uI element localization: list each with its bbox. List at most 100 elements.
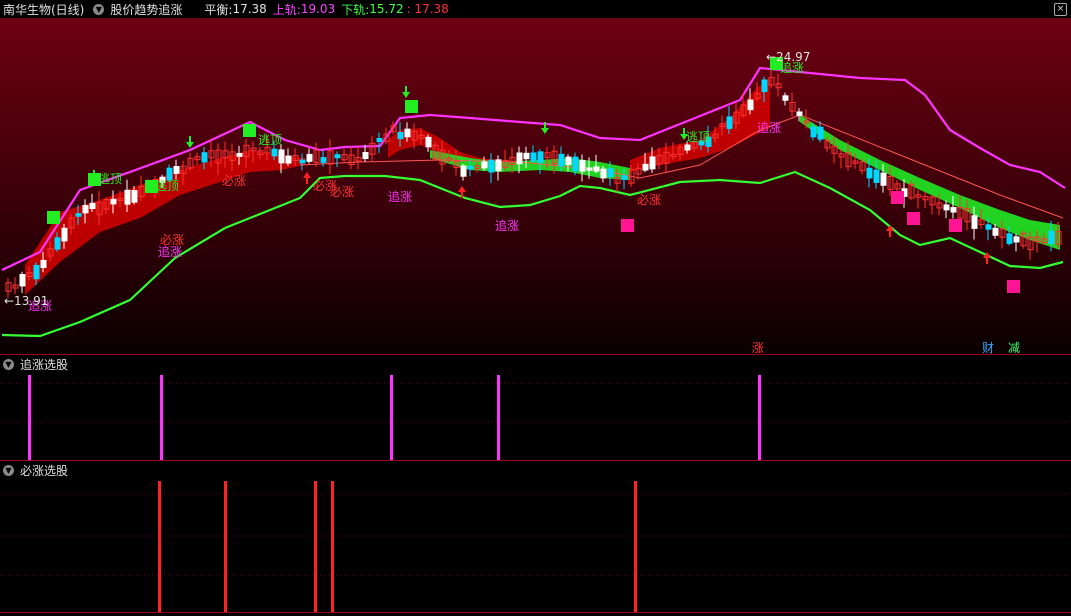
chevron-down-icon[interactable]: ▼ — [3, 464, 14, 476]
lower-label: 下轨: — [341, 2, 370, 17]
signal-label: 必涨 — [313, 178, 337, 193]
candle-body — [516, 152, 523, 165]
sub-chart-1-header: ▼ 追涨选股 — [0, 355, 1071, 373]
candle-body — [54, 237, 61, 250]
candle-body — [110, 198, 117, 205]
candle-body — [173, 166, 180, 174]
buy-signal-square — [621, 219, 634, 232]
sub-chart-1-title[interactable]: 追涨选股 — [20, 356, 68, 373]
indicator-name[interactable]: 股价趋势追涨 — [110, 1, 182, 18]
candle-body — [817, 126, 824, 140]
candle-body — [579, 159, 586, 172]
candle-body — [558, 153, 565, 167]
candle-body — [726, 116, 733, 129]
candle-body — [467, 165, 474, 170]
signal-bar — [158, 481, 161, 612]
main-chart: 逃顶 逃顶逃顶 逃顶必涨必涨必涨必涨必涨追涨追涨追涨追涨追涨追涨←24.97←13.… — [0, 18, 1071, 613]
candle-body — [880, 172, 887, 186]
candle-body — [950, 207, 957, 213]
candle-body — [684, 144, 691, 151]
lower-value: 15.72 — [369, 2, 404, 16]
chevron-down-icon[interactable]: ▼ — [3, 358, 14, 370]
candle-body — [404, 128, 411, 138]
candle-body — [306, 153, 313, 162]
candle-body — [985, 224, 992, 230]
signal-label: 追涨 — [495, 218, 519, 233]
buy-signal-square — [891, 191, 904, 204]
upper-value: 19.03 — [300, 2, 336, 16]
candle-body — [82, 205, 89, 214]
candle-body — [866, 167, 873, 179]
signal-label: 逃顶 — [98, 172, 122, 186]
price-high-label: ←24.97 — [766, 50, 810, 64]
candle-body — [537, 151, 544, 163]
candle-body — [565, 156, 572, 165]
jian-marker: 减 — [1008, 341, 1020, 355]
candle-body — [572, 156, 579, 172]
sub-chart-2-bars — [158, 481, 637, 612]
stock-name[interactable]: 南华生物(日线) — [3, 1, 84, 18]
sub-chart-2-title[interactable]: 必涨选股 — [20, 462, 68, 479]
signal-bar — [390, 375, 393, 460]
balance-value: 17.38 — [232, 2, 267, 16]
candle-body — [1006, 233, 1013, 244]
candle-body — [397, 131, 404, 140]
signal-label: 追涨 — [757, 120, 781, 135]
signal-bar — [497, 375, 500, 460]
main-chart-header: 南华生物(日线) ▼ 股价趋势追涨 平衡: 17.38 上轨: 19.03 下轨… — [0, 0, 1071, 18]
close-icon[interactable]: × — [1054, 3, 1067, 16]
candle-body — [33, 264, 40, 280]
candle-body — [460, 165, 467, 177]
candle-body — [131, 190, 138, 203]
chevron-down-icon[interactable]: ▼ — [93, 3, 105, 15]
buy-signal-square — [907, 212, 920, 225]
candle-body — [40, 259, 47, 268]
candle-body — [285, 155, 292, 164]
signal-bar — [758, 375, 761, 460]
candle-body — [278, 149, 285, 164]
signal-bar — [314, 481, 317, 612]
candle-body — [19, 274, 26, 287]
signal-bar — [634, 481, 637, 612]
last-value: : 17.38 — [406, 2, 449, 16]
candle-body — [166, 167, 173, 181]
signal-label: 逃顶 — [258, 133, 282, 147]
candle-body — [523, 152, 530, 160]
candle-body — [124, 189, 131, 205]
candle-body — [334, 154, 341, 159]
sub-chart-2-header: ▼ 必涨选股 — [0, 461, 1071, 479]
candle-body — [873, 169, 880, 183]
candle-body — [621, 175, 628, 180]
signal-label: 必涨 — [637, 192, 661, 207]
signal-bar — [331, 481, 334, 612]
candle-body — [530, 152, 537, 162]
sell-signal-square — [405, 100, 418, 113]
signal-label: 追涨 — [158, 244, 182, 259]
signal-label: 逃顶 — [686, 130, 710, 144]
candle-body — [75, 213, 82, 217]
candle-body — [593, 166, 600, 172]
candle-body — [971, 215, 978, 229]
signal-bar — [160, 375, 163, 460]
candle-body — [425, 136, 432, 148]
candle-body — [320, 157, 327, 163]
signal-label: 追涨 — [388, 189, 412, 204]
signal-bar — [28, 375, 31, 460]
candle-body — [782, 95, 789, 101]
candle-body — [761, 79, 768, 93]
candle-body — [649, 156, 656, 170]
candle-body — [810, 126, 817, 138]
signal-label: 必涨 — [222, 173, 246, 188]
candle-body — [236, 152, 243, 157]
balance-label: 平衡: — [204, 2, 233, 17]
candle-body — [61, 227, 68, 242]
upper-label: 上轨: — [272, 2, 301, 17]
candle-body — [642, 163, 649, 171]
sell-signal-square — [243, 124, 256, 137]
candle-body — [796, 111, 803, 116]
sub-chart-1-bars — [28, 375, 761, 460]
buy-signal-square — [1007, 280, 1020, 293]
candle-body — [299, 159, 306, 164]
candle-body — [747, 99, 754, 111]
candle-body — [992, 227, 999, 236]
